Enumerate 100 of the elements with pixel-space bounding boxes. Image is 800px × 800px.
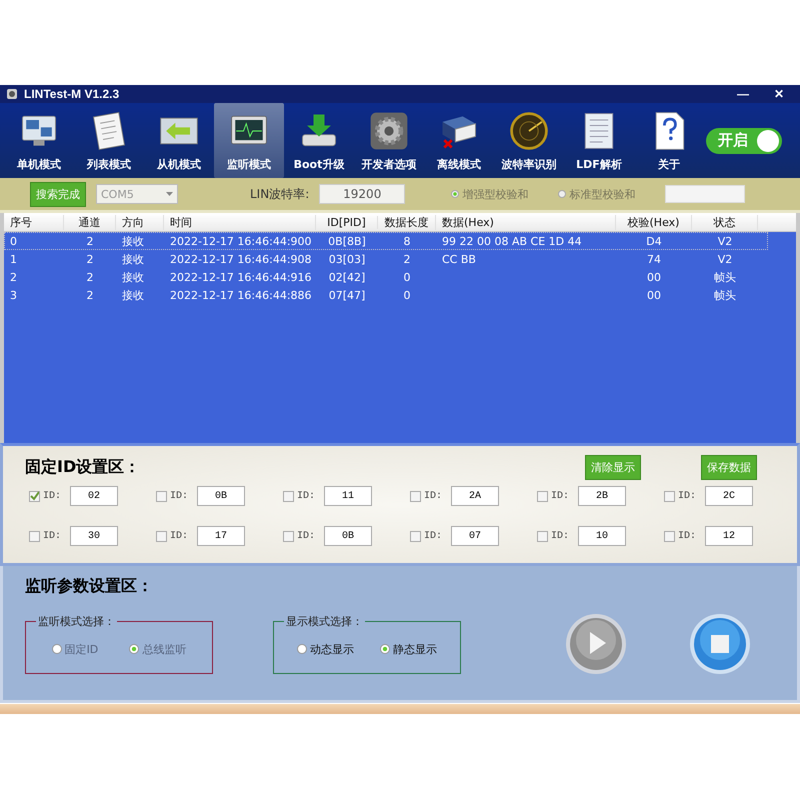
minimize-button[interactable]: — [728,87,758,101]
id-label: ID: [424,490,444,502]
radar-icon [507,109,551,153]
radio-button[interactable] [380,644,390,654]
section-title: 固定ID设置区： [25,456,142,478]
checkbox[interactable] [410,490,421,502]
table-cell-text: 0B[8B] [327,234,367,248]
checkbox[interactable] [156,530,167,542]
checkbox[interactable] [283,530,294,542]
table-cell-text: 2 [86,234,94,248]
checkbox[interactable] [156,490,167,502]
table-cell-text: D4 [645,234,663,248]
mode-tab[interactable]: 波特率识别 [494,103,564,178]
table-cell-text: 0 [402,288,412,302]
id-field[interactable]: 10 [578,526,626,546]
column-header[interactable]: 时间 [164,214,316,230]
mode-label: 总线监听 [142,642,186,656]
table-cell-text: 接收 [121,234,145,248]
checkbox[interactable] [283,490,294,502]
table-cell-text: 3 [9,288,18,302]
id-label: ID: [551,530,570,542]
table-cell-text: 2 [86,252,94,266]
table-cell-text: 帧头 [713,288,737,302]
id-field[interactable]: 2B [578,486,626,506]
table-cell-text: V2 [716,252,734,266]
mode-tab[interactable]: 列表模式 [74,103,144,178]
table-cell-text: CC BB [441,252,477,266]
mode-tab[interactable]: 监听模式 [214,103,284,178]
mode-tab[interactable]: Boot升级 [284,103,354,178]
close-button[interactable]: ✕ [764,87,794,101]
table-cell-text: 74 [646,252,662,266]
mode-tab[interactable]: 从机模式 [144,103,214,178]
id-field[interactable]: 30 [70,526,118,546]
id-field[interactable]: 17 [197,526,245,546]
radio-button[interactable] [297,644,307,654]
table-cell-text: 2022-12-17 16:46:44:886 [169,288,313,302]
group-title: 监听模式选择： [37,614,116,629]
baud-field[interactable]: 19200 [319,184,406,204]
column-header[interactable]: 状态 [692,214,758,230]
column-header[interactable]: 数据(Hex) [436,214,616,230]
id-label: ID: [43,490,62,502]
mode-tab[interactable]: 单机模式 [4,103,74,178]
column-header[interactable]: 通道 [64,214,116,230]
id-field[interactable]: 2A [451,486,499,506]
id-field[interactable]: 12 [705,526,753,546]
caret-icon [166,192,173,196]
section-title: 监听参数设置区： [25,576,154,597]
checkbox[interactable] [664,490,675,502]
column-header[interactable]: 数据长度 [378,214,436,230]
mode-tab[interactable]: LDF解析 [564,103,634,178]
table-cell-text: 帧头 [713,270,737,284]
table-cell-text: 2 [402,252,412,266]
column-header[interactable]: ID[PID] [316,216,378,228]
play-button[interactable] [565,613,627,675]
column-header[interactable]: 序号 [4,214,64,230]
table-cell-text: 00 [646,270,662,284]
column-header[interactable]: 方向 [116,214,164,230]
focused-row[interactable]: 0 2 接收 2022-12-17 16:46:44:900 0B[8B] 8 99 22 00 08 AB CE 1D 44 D4 V2 [4,232,768,250]
mode-label: 固定ID [64,642,98,656]
checkbox[interactable] [29,530,40,542]
column-header[interactable]: 校验(Hex) [616,214,692,230]
mode-label: 静态显示 [393,642,437,656]
checkbox[interactable] [410,530,421,542]
checkbox[interactable] [537,530,548,542]
table-cell-text: 00 [646,288,662,302]
id-label: ID: [424,530,444,542]
stop-button[interactable] [689,613,751,675]
mode-tab[interactable]: 离线模式 [424,103,494,178]
table-cell-text: 02[42] [328,270,366,284]
checksum-label: 增强型校验和 [462,186,528,202]
id-label: ID: [170,530,190,542]
group-title: 显示模式选择： [285,614,364,629]
id-field[interactable]: 2C [705,486,753,506]
table-cell-text: 07[47] [328,288,366,302]
app-icon [6,88,18,100]
table-cell-text: 2 [86,288,94,302]
id-label: ID: [297,530,316,542]
table-cell-text: 8 [402,234,412,248]
table-cell-text: 1 [9,252,18,266]
id-field[interactable]: 0B [197,486,245,506]
id-field[interactable]: 07 [451,526,499,546]
id-label: ID: [678,530,698,542]
checkbox[interactable] [29,490,40,502]
id-label: ID: [551,490,570,502]
table-cell-text: 2 [9,270,18,284]
id-label: ID: [170,490,190,502]
checkbox[interactable] [537,490,548,502]
id-field[interactable]: 02 [70,486,118,506]
id-label: ID: [678,490,698,502]
id-label: ID: [297,490,316,502]
table-cell-text: V2 [716,234,734,248]
mode-tab[interactable]: 开发者选项 [354,103,424,178]
blank-field[interactable] [665,185,746,203]
checkbox[interactable] [664,530,675,542]
table-cell-text: 0 [9,234,18,248]
id-field[interactable]: 0B [324,526,372,546]
id-field[interactable]: 11 [324,486,372,506]
table-cell-text: 03[03] [328,252,366,266]
id-label: ID: [43,530,62,542]
mode-tab[interactable]: 关于 [634,103,704,178]
